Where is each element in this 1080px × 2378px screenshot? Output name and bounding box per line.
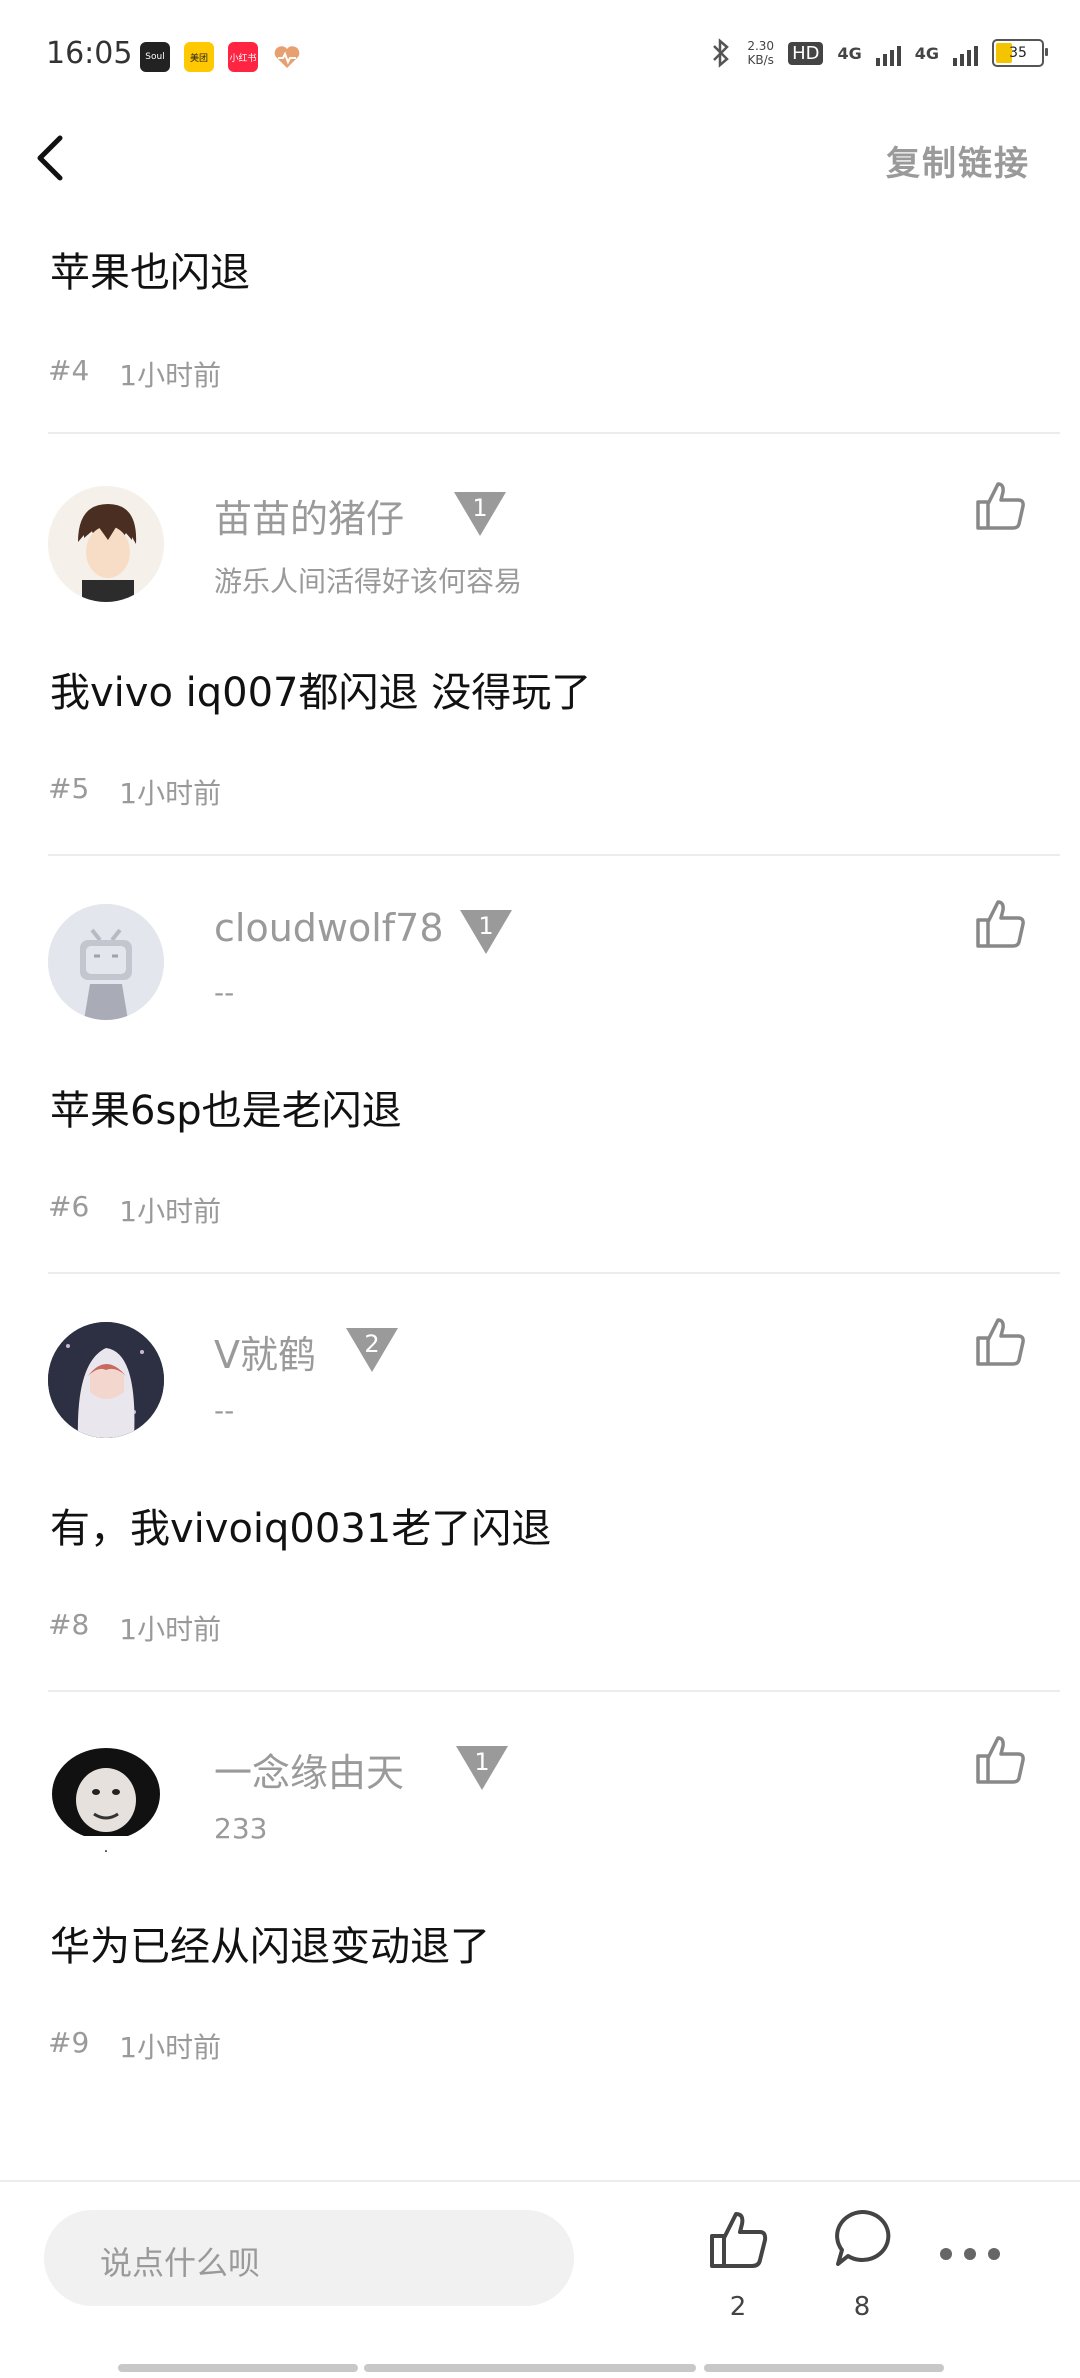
default-tv-avatar-image	[48, 904, 164, 1020]
avatar[interactable]	[48, 904, 164, 1020]
comment-time: 1小时前	[119, 1613, 222, 1646]
divider	[48, 854, 1060, 856]
gesture-bar	[364, 2364, 696, 2372]
bottom-action-bar: 说点什么呗 2 8	[0, 2180, 1080, 2378]
anime-avatar-image	[48, 486, 164, 602]
like-icon[interactable]	[972, 1314, 1028, 1370]
comment-meta: #9 1小时前	[48, 2026, 221, 2066]
gesture-bar	[704, 2364, 944, 2372]
battery-icon: 35	[992, 39, 1048, 67]
level-badge-icon: 2	[346, 1328, 398, 1372]
header: 复制链接	[0, 110, 1080, 210]
comment-time: 1小时前	[119, 1195, 222, 1228]
comment-text: 苹果6sp也是老闪退	[50, 1088, 402, 1134]
username[interactable]: 苗苗的猪仔	[214, 488, 404, 543]
comment-time: 1小时前	[119, 359, 222, 392]
comment-text: 苹果也闪退	[50, 250, 250, 296]
thumbs-up-icon[interactable]	[706, 2208, 770, 2272]
meme-panda-avatar-image: .	[48, 1740, 164, 1856]
status-bar: 16:05 Soul 美团 小红书 2.30 KB/s HD 4G 4G 35	[0, 0, 1080, 110]
comment-count: 8	[853, 2292, 871, 2322]
floor-number: #4	[48, 354, 90, 387]
hd-badge: HD	[788, 41, 824, 65]
svg-text:1: 1	[474, 1748, 489, 1776]
health-heart-icon	[274, 46, 300, 68]
like-icon[interactable]	[972, 1732, 1028, 1788]
username[interactable]: 一念缘由天	[214, 1742, 404, 1797]
level-badge-icon: 1	[454, 492, 506, 536]
comment-meta: #8 1小时前	[48, 1608, 221, 1648]
comment-meta: #4 1小时前	[48, 354, 221, 394]
floor-number: #6	[48, 1190, 90, 1223]
status-app-icons: Soul 美团 小红书	[140, 42, 302, 72]
meituan-app-icon: 美团	[184, 42, 214, 72]
sim1-label: 4G	[837, 43, 862, 63]
soul-app-icon: Soul	[140, 42, 170, 72]
comment-text: 我vivo iq007都闪退 没得玩了	[50, 670, 592, 716]
comment-time: 1小时前	[119, 2031, 222, 2064]
level-badge-icon: 1	[460, 910, 512, 954]
anime-girl-avatar-image	[48, 1322, 164, 1438]
bluetooth-icon	[713, 38, 730, 68]
network-speed: 2.30 KB/s	[747, 39, 775, 67]
floor-number: #9	[48, 2026, 90, 2059]
comment-text: 华为已经从闪退变动退了	[50, 1924, 490, 1970]
floor-number: #8	[48, 1608, 90, 1641]
back-arrow-icon[interactable]	[24, 128, 84, 188]
avatar[interactable]: .	[48, 1740, 164, 1856]
avatar[interactable]	[48, 486, 164, 602]
username[interactable]: V就鹤	[214, 1324, 316, 1379]
user-signature: --	[214, 976, 235, 1009]
svg-text:1: 1	[478, 912, 493, 940]
user-signature: 233	[214, 1812, 268, 1845]
signal-icon	[875, 40, 901, 66]
xiaohongshu-app-icon: 小红书	[228, 42, 258, 72]
comment-input-placeholder: 说点什么呗	[100, 2244, 261, 2282]
gesture-bar	[118, 2364, 358, 2372]
svg-text:.: .	[104, 1840, 108, 1856]
username[interactable]: cloudwolf78	[214, 906, 444, 950]
comment-time: 1小时前	[119, 777, 222, 810]
divider	[48, 1690, 1060, 1692]
user-signature: 游乐人间活得好该何容易	[214, 565, 523, 598]
avatar[interactable]	[48, 1322, 164, 1438]
comment-text: 有，我vivoiq0031老了闪退	[50, 1506, 552, 1552]
comment-bubble-icon[interactable]	[830, 2206, 894, 2270]
comment-meta: #6 1小时前	[48, 1190, 221, 1230]
comment-meta: #5 1小时前	[48, 772, 221, 812]
svg-text:1: 1	[472, 494, 487, 522]
divider	[48, 432, 1060, 434]
status-time: 16:05	[46, 36, 133, 71]
floor-number: #5	[48, 772, 90, 805]
status-right: 2.30 KB/s HD 4G 4G 35	[709, 38, 1048, 68]
svg-text:2: 2	[364, 1330, 379, 1358]
divider	[48, 1272, 1060, 1274]
like-count: 2	[729, 2292, 747, 2322]
copy-link-button[interactable]: 复制链接	[886, 136, 1030, 185]
like-icon[interactable]	[972, 896, 1028, 952]
like-icon[interactable]	[972, 478, 1028, 534]
user-signature: --	[214, 1394, 235, 1427]
sim2-label: 4G	[914, 43, 939, 63]
level-badge-icon: 1	[456, 1746, 508, 1790]
more-options-icon[interactable]	[938, 2244, 1002, 2264]
signal-icon	[953, 40, 978, 66]
comment-input[interactable]: 说点什么呗	[44, 2210, 574, 2306]
